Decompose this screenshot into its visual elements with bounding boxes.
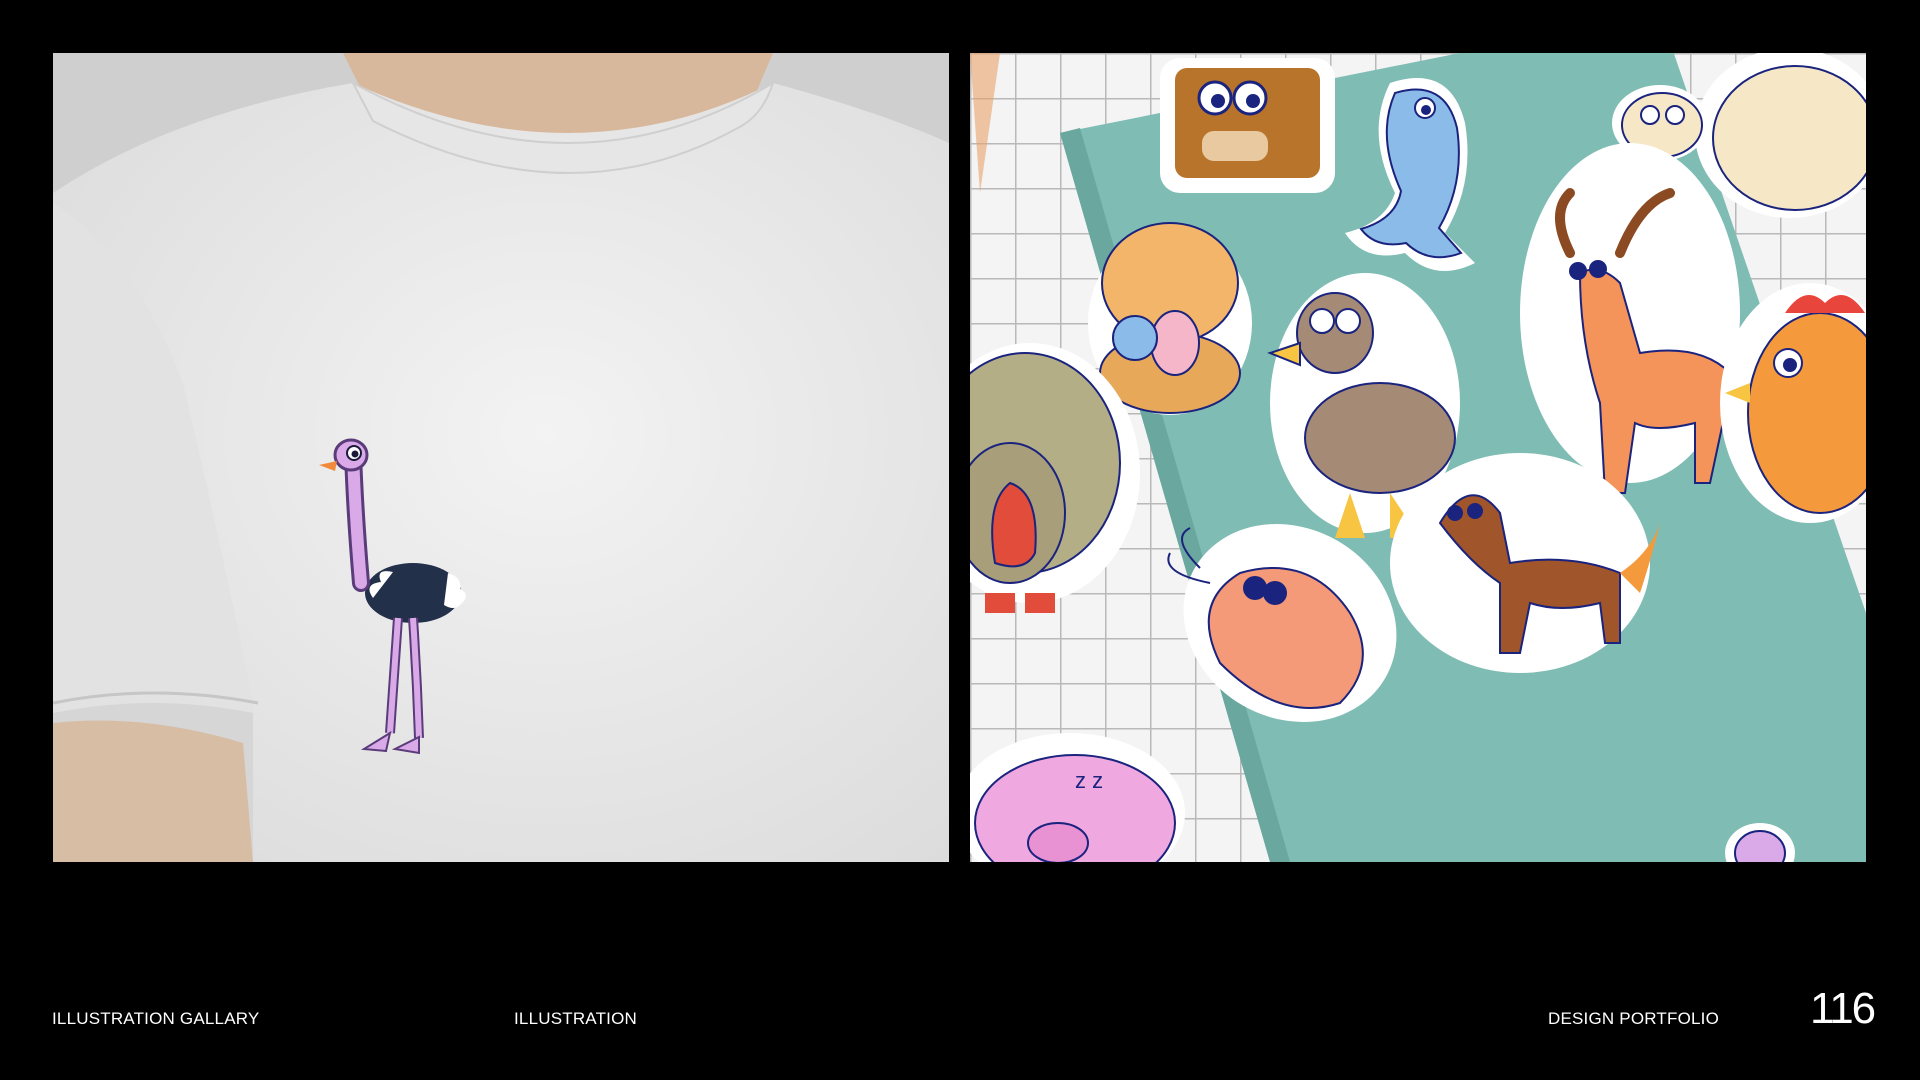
- cow-sticker: [1160, 58, 1335, 193]
- footer-category-label: ILLUSTRATION: [514, 1009, 637, 1028]
- page-number: 116: [1810, 984, 1876, 1033]
- footer-gallery-label: ILLUSTRATION GALLARY: [52, 1009, 260, 1028]
- tshirt-mockup-image: [53, 53, 949, 862]
- clam-sticker: [1088, 222, 1252, 415]
- sticker-set-image: z z: [970, 53, 1866, 862]
- svg-text:z z: z z: [1075, 768, 1103, 793]
- footer-portfolio-label: DESIGN PORTFOLIO: [1548, 1009, 1720, 1028]
